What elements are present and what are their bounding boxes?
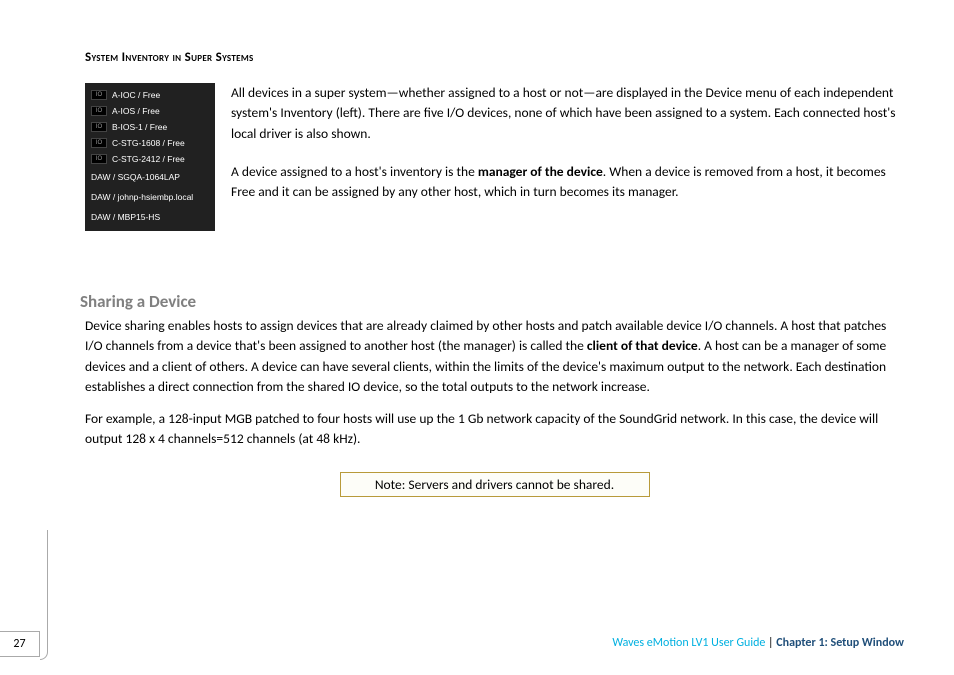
bold-text: client of that device bbox=[587, 337, 698, 354]
section-heading-inventory: System Inventory in Super Systems bbox=[85, 50, 904, 65]
paragraph: For example, a 128-input MGB patched to … bbox=[85, 409, 904, 450]
top-text-block: All devices in a super system—whether as… bbox=[231, 83, 904, 231]
device-label: C-STG-1608 / Free bbox=[112, 138, 185, 148]
device-row: IO A-IOS / Free bbox=[85, 103, 215, 119]
device-label: B-IOS-1 / Free bbox=[112, 122, 167, 132]
device-menu-mockup: IO A-IOC / Free IO A-IOS / Free IO B-IOS… bbox=[85, 83, 215, 231]
io-tag-icon: IO bbox=[91, 138, 107, 148]
note-box: Note: Servers and drivers cannot be shar… bbox=[340, 472, 650, 497]
footer-separator: | bbox=[765, 636, 776, 650]
io-tag-icon: IO bbox=[91, 90, 107, 100]
page-container: System Inventory in Super Systems IO A-I… bbox=[0, 0, 954, 675]
footer-bar: Waves eMotion LV1 User Guide | Chapter 1… bbox=[0, 636, 954, 650]
top-section: IO A-IOC / Free IO A-IOS / Free IO B-IOS… bbox=[85, 83, 904, 231]
io-tag-icon: IO bbox=[91, 122, 107, 132]
section-heading-sharing: Sharing a Device bbox=[80, 291, 904, 312]
device-row: IO B-IOS-1 / Free bbox=[85, 119, 215, 135]
paragraph: A device assigned to a host's inventory … bbox=[231, 162, 904, 203]
device-row: IO C-STG-2412 / Free bbox=[85, 151, 215, 167]
device-row: IO A-IOC / Free bbox=[85, 87, 215, 103]
content-area: System Inventory in Super Systems IO A-I… bbox=[0, 0, 954, 527]
paragraph: All devices in a super system—whether as… bbox=[231, 83, 904, 144]
device-label: A-IOS / Free bbox=[112, 106, 160, 116]
device-label: C-STG-2412 / Free bbox=[112, 154, 185, 164]
page-corner-decoration bbox=[40, 530, 48, 660]
paragraph: Device sharing enables hosts to assign d… bbox=[85, 316, 904, 397]
body-text-block: Device sharing enables hosts to assign d… bbox=[85, 316, 904, 450]
bold-text: manager of the device bbox=[478, 163, 603, 180]
io-tag-icon: IO bbox=[91, 154, 107, 164]
footer-chapter: Chapter 1: Setup Window bbox=[776, 636, 904, 650]
device-row: DAW / SGQA-1064LAP bbox=[85, 167, 215, 187]
device-row: DAW / johnp-hsiembp.local bbox=[85, 187, 215, 207]
io-tag-icon: IO bbox=[91, 106, 107, 116]
text-span: A device assigned to a host's inventory … bbox=[231, 163, 478, 180]
device-label: A-IOC / Free bbox=[112, 90, 160, 100]
device-row: DAW / MBP15-HS bbox=[85, 207, 215, 227]
page-number-tab: 27 bbox=[0, 631, 40, 657]
device-row: IO C-STG-1608 / Free bbox=[85, 135, 215, 151]
footer-title: Waves eMotion LV1 User Guide bbox=[612, 636, 765, 650]
